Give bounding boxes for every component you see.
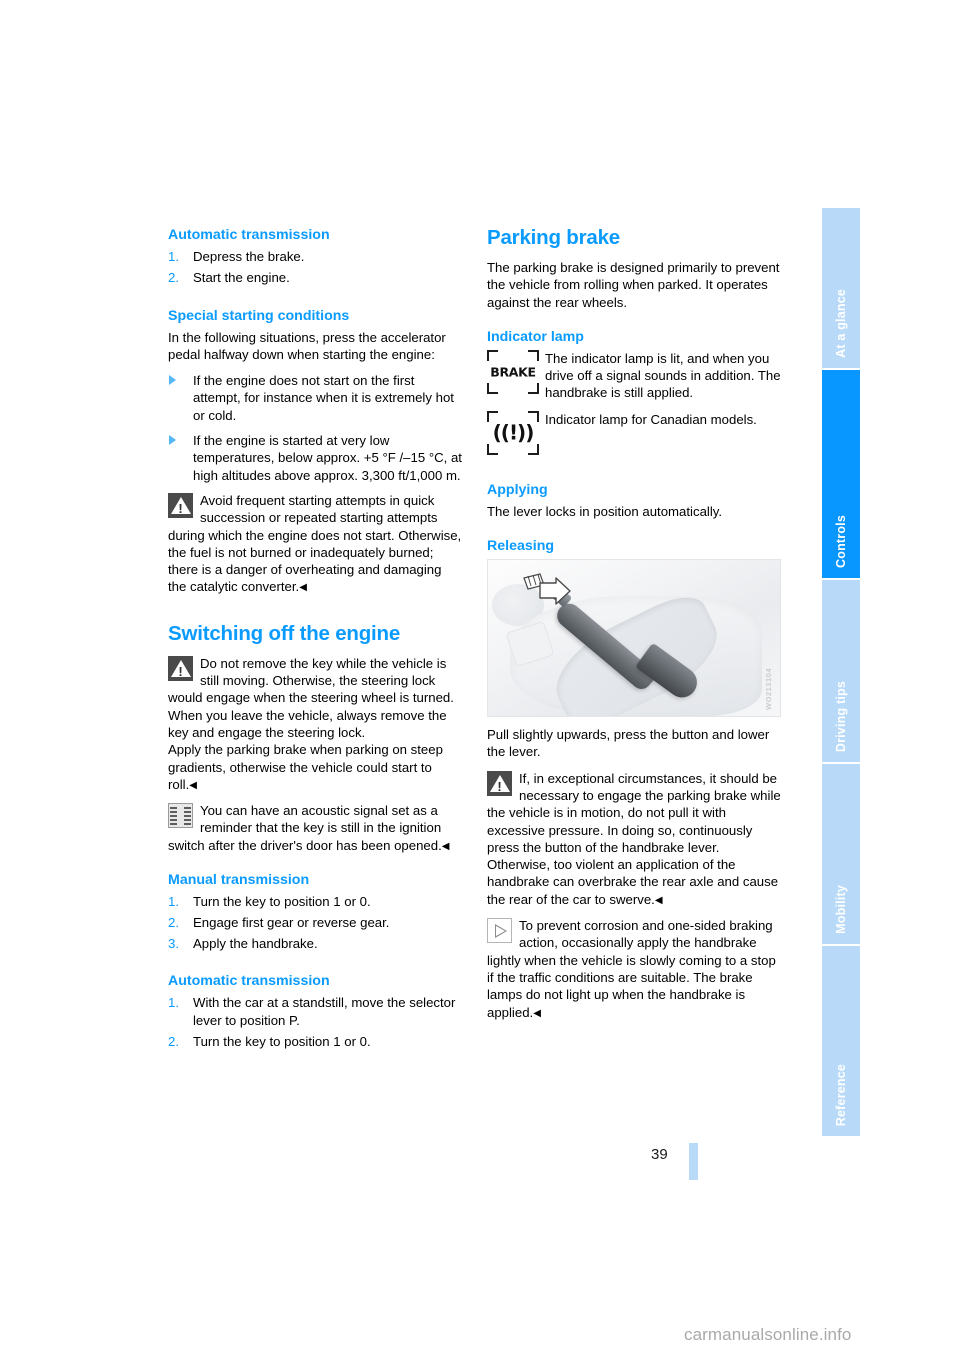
manual-page: At a glance Controls Driving tips Mobili… [0,0,960,1358]
step-text: Turn the key to position 1 or 0. [193,1033,371,1049]
bullet-text: If the engine does not start on the firs… [193,373,454,423]
heading-indicator-lamp: Indicator lamp [487,328,584,345]
triangle-bullet-icon [169,375,176,386]
switching-off-warning-notice: ! Do not remove the key while the vehicl… [168,655,462,707]
list-item: If the engine is started at very low tem… [168,432,462,484]
end-mark: ◀ [654,894,663,906]
tab-at-a-glance[interactable]: At a glance [822,208,860,368]
starting-warning-notice: ! Avoid frequent starting attempts in qu… [168,492,462,596]
brake-indicator-lamp-glyph: BRAKE [490,364,536,380]
step-text: Apply the handbrake. [193,935,318,951]
warning-triangle-icon: ! [168,492,193,518]
acoustic-signal-person-icon [168,803,193,829]
indicator-lamp-ca-text: Indicator lamp for Canadian models. [545,411,757,427]
releasing-note-notice: To prevent corrosion and one-sided braki… [487,917,781,1021]
canadian-brake-indicator-lamp-icon: ((!)) [487,410,539,455]
automatic-transmission-start-steps: 1. Depress the brake. 2. Start the engin… [168,248,462,286]
releasing-warning-notice: ! If, in exceptional circumstances, it s… [487,770,781,908]
handbrake-lever-photo: WO213104 [487,559,781,718]
heading-parking-brake: Parking brake [487,226,620,249]
site-watermark: carmanualsonline.info [684,1325,852,1344]
releasing-warning-text: If, in exceptional circumstances, it sho… [487,770,781,907]
parking-brake-intro: The parking brake is designed primarily … [487,260,780,310]
end-mark: ◀ [533,1007,541,1019]
indicator-lamp-ca-row: ((!)) Indicator lamp for Canadian models… [487,410,781,455]
releasing-caption: Pull slightly upwards, press the button … [487,727,770,760]
step-number: 3. [168,935,179,951]
step-number: 1. [168,894,179,910]
tab-mobility[interactable]: Mobility [822,764,860,944]
list-item: 1. With the car at a standstill, move th… [168,994,462,1029]
triangle-bullet-icon [169,435,176,446]
end-mark: ◀ [441,840,450,852]
automatic-transmission-stop-steps: 1. With the car at a standstill, move th… [168,994,462,1049]
bullet-text: If the engine is started at very low tem… [193,433,462,483]
switching-off-warning-text: Do not remove the key while the vehicle … [168,655,454,706]
list-item: 1. Turn the key to position 1 or 0. [168,893,462,910]
tab-driving-tips-label: Driving tips [834,680,848,752]
list-item: 2. Start the engine. [168,269,462,286]
switching-off-body-2: Apply the parking brake when parking on … [168,741,462,793]
tab-controls[interactable]: Controls [822,370,860,578]
tab-controls-label: Controls [834,515,848,568]
releasing-note-text: To prevent corrosion and one-sided braki… [487,918,776,1020]
step-text: Depress the brake. [193,249,305,264]
list-item: 2. Turn the key to position 1 or 0. [168,1033,462,1050]
list-item: 2. Engage first gear or reverse gear. [168,914,462,931]
step-number: 2. [168,269,179,285]
warning-triangle-icon: ! [168,655,193,681]
indicator-lamp-us-text: The indicator lamp is lit, and when you … [545,350,781,401]
tab-mobility-label: Mobility [834,885,848,934]
note-triangle-icon [487,918,512,944]
heading-applying: Applying [487,481,548,498]
heading-automatic-transmission-stop: Automatic transmission [168,973,330,990]
step-number: 2. [168,1033,179,1049]
heading-manual-transmission: Manual transmission [168,872,310,889]
step-text: With the car at a standstill, move the s… [193,995,456,1028]
applying-text: The lever locks in position automaticall… [487,503,723,519]
left-column: Automatic transmission 1. Depress the br… [168,226,462,1053]
end-mark: ◀ [189,779,197,791]
tab-reference-label: Reference [834,1063,848,1126]
tab-at-a-glance-label: At a glance [834,289,848,358]
special-starting-intro: In the following situations, press the a… [168,329,446,362]
list-item: If the engine does not start on the firs… [168,372,462,424]
warning-triangle-icon: ! [487,770,512,796]
step-text: Engage first gear or reverse gear. [193,914,390,930]
switching-off-body-2-text: Apply the parking brake when parking on … [168,742,443,792]
figure-watermark: WO213104 [763,668,773,711]
canadian-brake-indicator-lamp-glyph: ((!)) [492,420,535,445]
starting-warning-text: Avoid frequent starting attempts in quic… [168,492,462,595]
tab-driving-tips[interactable]: Driving tips [822,580,860,762]
switching-off-body-1: When you leave the vehicle, always remov… [168,707,447,740]
manual-transmission-steps: 1. Turn the key to position 1 or 0. 2. E… [168,893,462,952]
section-tab-rail: At a glance Controls Driving tips Mobili… [822,0,860,1358]
brake-indicator-lamp-icon: BRAKE [487,349,539,394]
heading-special-starting-conditions: Special starting conditions [168,307,350,324]
step-text: Turn the key to position 1 or 0. [193,894,371,910]
end-mark: ◀ [299,582,307,594]
step-number: 1. [168,249,179,264]
page-number-bar [689,1143,698,1180]
heading-automatic-transmission-start: Automatic transmission [168,227,330,243]
heading-releasing: Releasing [487,538,555,555]
tab-reference[interactable]: Reference [822,946,860,1136]
list-item: 3. Apply the handbrake. [168,935,462,952]
page-number: 39 [651,1146,668,1163]
list-item: 1. Depress the brake. [168,248,462,265]
acoustic-signal-note-text: You can have an acoustic signal set as a… [168,803,442,853]
right-column: Parking brake The parking brake is desig… [487,226,781,1021]
indicator-lamp-us-row: BRAKE The indicator lamp is lit, and whe… [487,349,781,402]
release-button-arrow-icon [523,573,571,605]
step-text: Start the engine. [193,269,290,285]
step-number: 2. [168,914,179,930]
heading-switching-off-the-engine: Switching off the engine [168,621,401,645]
step-number: 1. [168,995,179,1011]
special-starting-bullets: If the engine does not start on the firs… [168,372,462,484]
acoustic-signal-note: You can have an acoustic signal set as a… [168,802,462,854]
